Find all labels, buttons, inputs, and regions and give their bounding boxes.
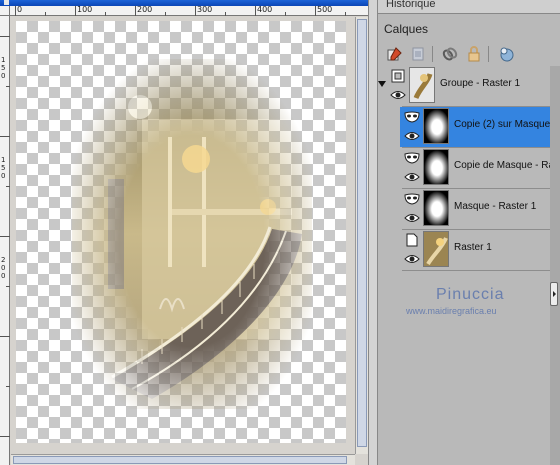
ruler-label: 200 xyxy=(137,5,153,14)
history-palette-header[interactable]: Historique xyxy=(378,0,560,14)
ruler-tick xyxy=(0,36,10,37)
layer-row-raster-1[interactable]: Raster 1 xyxy=(400,230,550,270)
layer-name: Copie (2) sur Masque - xyxy=(454,119,550,130)
ruler-tick xyxy=(0,336,10,337)
palette-collapse-grip[interactable] xyxy=(550,282,558,306)
layer-icons xyxy=(402,108,422,146)
layer-name: Masque - Raster 1 xyxy=(454,201,537,212)
ruler-label: 0 xyxy=(1,272,6,280)
group-icon xyxy=(389,68,407,84)
ruler-label: 0 xyxy=(1,264,6,272)
layer-row-copie-de-masque[interactable]: Copie de Masque - Ra xyxy=(400,148,550,188)
collapse-arrow-icon[interactable] xyxy=(378,81,386,87)
ruler-tick xyxy=(285,12,286,16)
layer-row-group[interactable]: Groupe - Raster 1 xyxy=(378,66,550,106)
palette-scrollbar[interactable] xyxy=(550,66,560,465)
ruler-tick xyxy=(75,6,76,16)
ruler-label: 500 xyxy=(317,5,333,14)
visibility-eye-icon[interactable] xyxy=(403,128,421,144)
layer-icons xyxy=(402,149,422,187)
ruler-tick xyxy=(195,6,196,16)
ruler-label: 300 xyxy=(197,5,213,14)
mask-icon[interactable] xyxy=(496,44,516,64)
canvas-area[interactable] xyxy=(11,17,355,454)
ruler-tick xyxy=(345,12,346,16)
layers-palette: Historique Calques Groupe - Raster 1 Cop… xyxy=(378,0,560,465)
visibility-eye-icon[interactable] xyxy=(403,210,421,226)
mask-thumbnail xyxy=(423,149,449,185)
mask-layer-icon xyxy=(403,109,421,125)
toolbar-separator xyxy=(488,46,489,62)
layers-toolbar xyxy=(378,42,560,66)
vertical-scrollbar[interactable] xyxy=(355,17,368,454)
scroll-thumb[interactable] xyxy=(13,456,347,464)
layer-icons xyxy=(402,231,422,269)
layer-icons xyxy=(388,67,408,105)
link-icon[interactable] xyxy=(440,44,460,64)
layer-name: Raster 1 xyxy=(454,242,492,253)
ruler-tick xyxy=(45,12,46,16)
masked-staircase-image xyxy=(72,59,312,409)
layer-divider xyxy=(402,270,550,271)
ruler-tick xyxy=(225,12,226,16)
ruler-label: 1 xyxy=(1,56,6,64)
watermark-name: Pinuccia xyxy=(436,286,505,303)
visibility-eye-icon[interactable] xyxy=(403,251,421,267)
ruler-label: 5 xyxy=(1,164,6,172)
ruler-tick xyxy=(0,236,10,237)
layers-list: Groupe - Raster 1 Copie (2) sur Masque - xyxy=(378,66,550,271)
history-title: Historique xyxy=(386,0,436,10)
visibility-eye-icon[interactable] xyxy=(403,169,421,185)
horizontal-scrollbar[interactable] xyxy=(11,454,355,465)
ruler-tick xyxy=(255,6,256,16)
ruler-tick xyxy=(6,386,10,387)
scroll-thumb[interactable] xyxy=(357,19,367,447)
ruler-tick xyxy=(315,6,316,16)
layer-properties-icon[interactable] xyxy=(408,44,428,64)
new-raster-layer-icon[interactable] xyxy=(384,44,404,64)
watermark-url: www.maidiregrafica.eu xyxy=(406,306,497,316)
layer-icons xyxy=(402,190,422,228)
raster-thumbnail xyxy=(423,231,449,267)
ruler-tick xyxy=(165,12,166,16)
ruler-label: 0 xyxy=(1,72,6,80)
layer-row-masque-raster-1[interactable]: Masque - Raster 1 xyxy=(400,189,550,229)
ruler-label: 400 xyxy=(257,5,273,14)
ruler-label: 0 xyxy=(17,5,23,14)
ruler-tick xyxy=(135,6,136,16)
mask-layer-icon xyxy=(403,191,421,207)
layers-palette-title: Calques xyxy=(384,22,429,36)
vertical-ruler: 1 5 0 1 5 0 2 0 0 xyxy=(0,16,10,465)
ruler-tick xyxy=(6,86,10,87)
layer-name: Groupe - Raster 1 xyxy=(440,78,521,89)
window-icon xyxy=(4,0,9,5)
raster-layer-icon xyxy=(403,232,421,248)
ruler-tick xyxy=(6,186,10,187)
toolbar-separator xyxy=(432,46,433,62)
ruler-tick xyxy=(15,6,16,16)
ruler-label: 0 xyxy=(1,172,6,180)
ruler-corner xyxy=(0,6,10,16)
layer-row-copie-2-selected[interactable]: Copie (2) sur Masque - xyxy=(400,107,550,147)
mask-thumbnail xyxy=(423,108,449,144)
horizontal-ruler: 0 100 200 300 400 500 xyxy=(10,5,368,16)
ruler-label: 5 xyxy=(1,64,6,72)
lock-icon[interactable] xyxy=(464,44,484,64)
image-window: 0 100 200 300 400 500 1 5 0 1 5 0 2 0 0 xyxy=(0,0,368,465)
mask-thumbnail xyxy=(423,190,449,226)
ruler-tick xyxy=(6,286,10,287)
visibility-eye-icon[interactable] xyxy=(389,87,407,103)
mask-layer-icon xyxy=(403,150,421,166)
ruler-label: 1 xyxy=(1,156,6,164)
group-thumbnail xyxy=(409,67,435,103)
transparency-checkerboard xyxy=(16,21,346,443)
layer-name: Copie de Masque - Ra xyxy=(454,160,550,171)
window-divider xyxy=(368,0,378,465)
ruler-label: 100 xyxy=(77,5,93,14)
ruler-tick xyxy=(105,12,106,16)
ruler-label: 2 xyxy=(1,256,6,264)
ruler-tick xyxy=(0,136,10,137)
ruler-tick xyxy=(0,436,10,437)
